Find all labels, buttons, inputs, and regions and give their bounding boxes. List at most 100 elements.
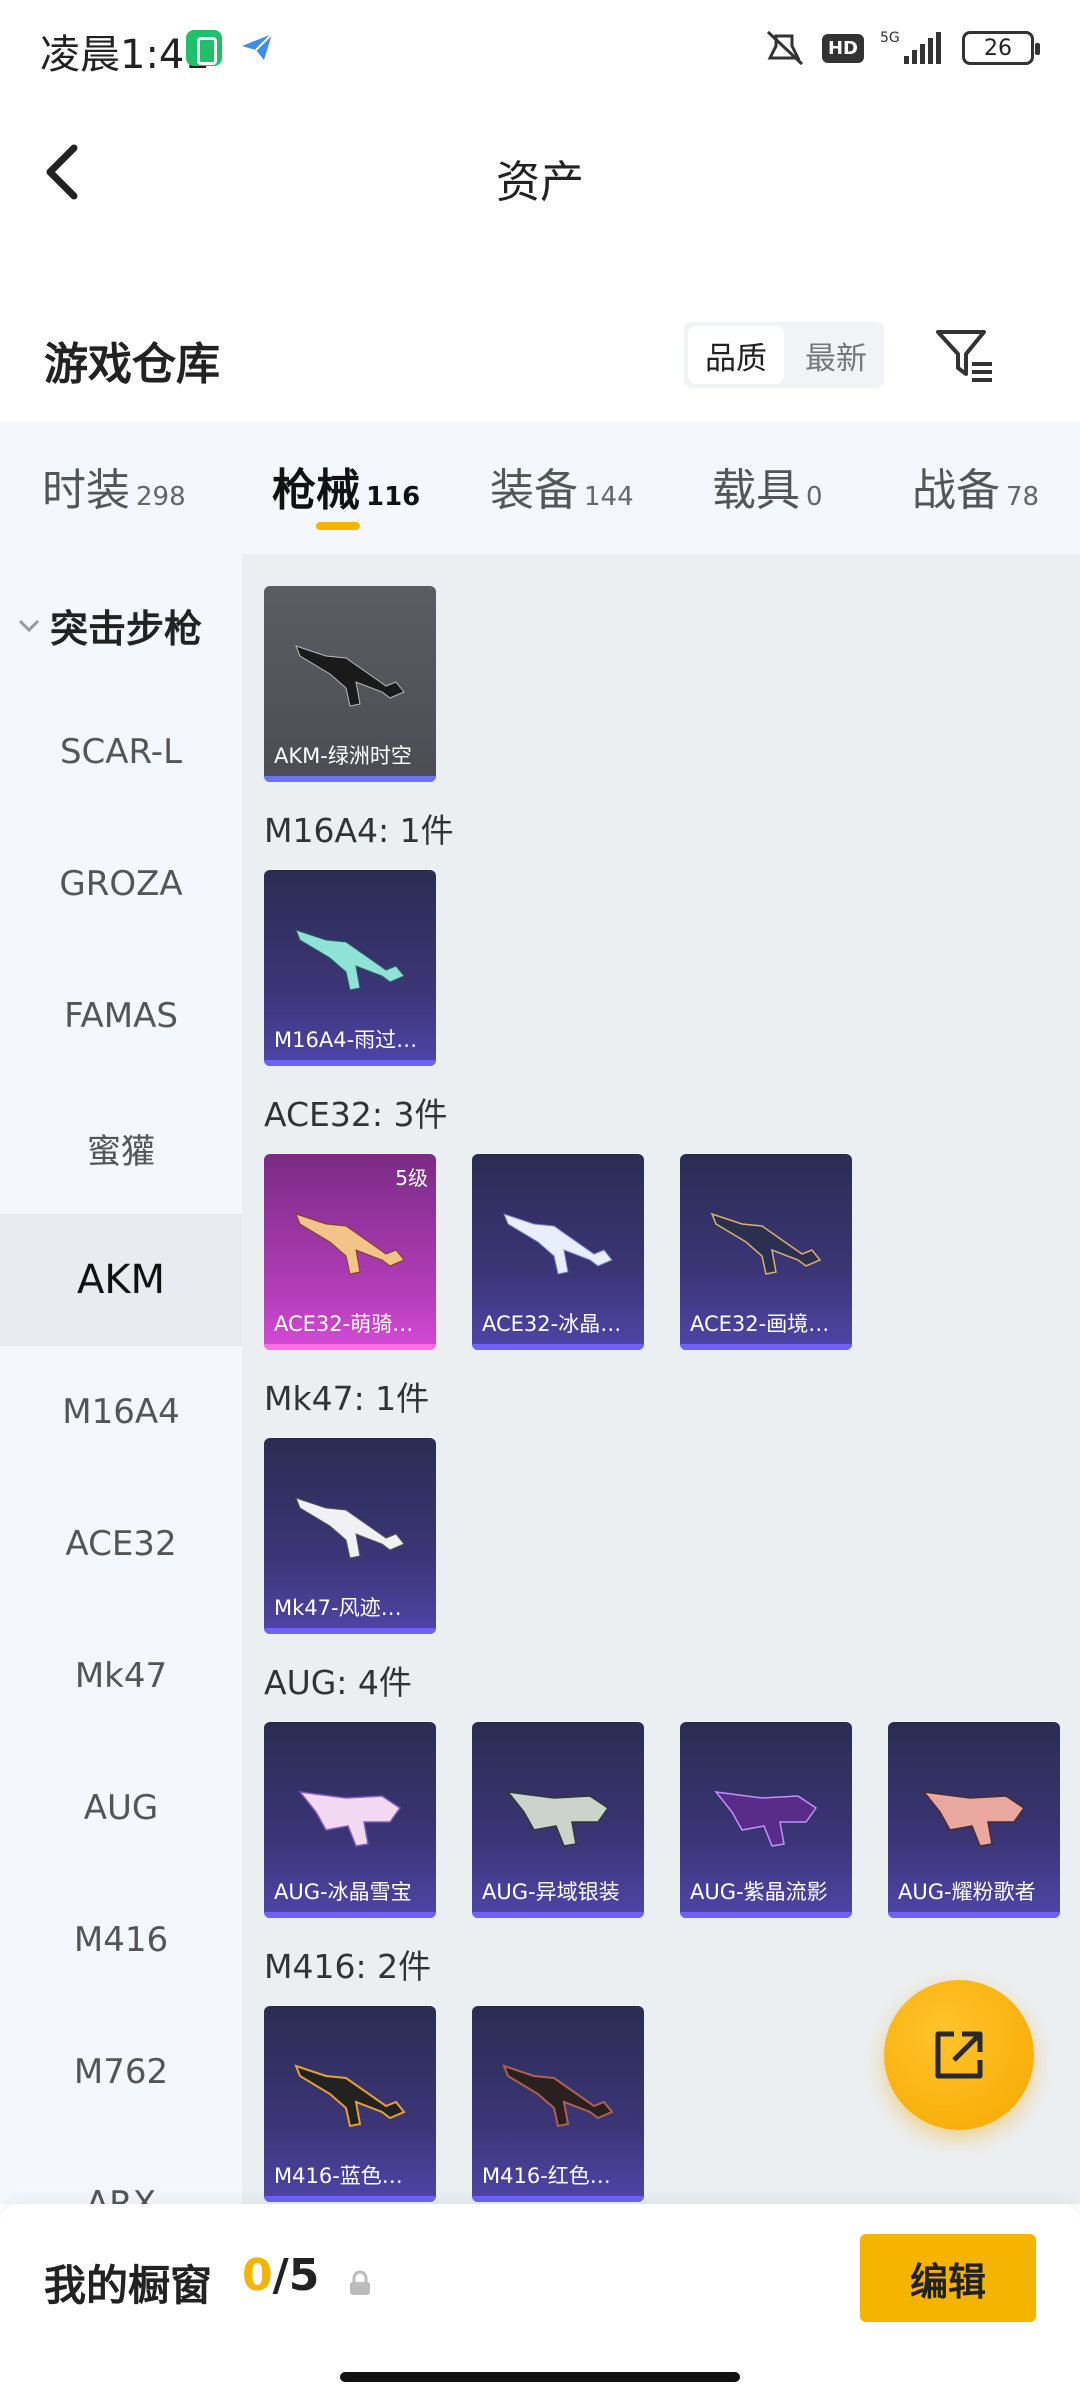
skin-card[interactable]: ACE32-冰晶… [472, 1154, 644, 1350]
tab-label: 枪械 [272, 465, 360, 516]
rifle-icon [295, 645, 405, 707]
rarity-bar [264, 1060, 436, 1066]
app-notification-icon [186, 30, 222, 66]
sidebar-group-assault-rifles[interactable]: 突击步枪 [18, 598, 202, 653]
sort-quality[interactable]: 品质 [688, 326, 784, 384]
tab-equipment[interactable]: 装备 144 [490, 454, 634, 518]
home-indicator[interactable] [340, 2372, 740, 2382]
showcase-max: 5 [288, 2250, 320, 2301]
chevron-down-icon [18, 619, 40, 632]
tab-label: 装备 [490, 465, 578, 516]
sidebar-item-mk47[interactable]: Mk47 [0, 1610, 242, 1742]
sidebar-item-m762[interactable]: M762 [0, 2006, 242, 2138]
skin-name: M16A4-雨过… [274, 1028, 418, 1052]
sidebar-item-m416[interactable]: M416 [0, 1874, 242, 2006]
rifle-icon [503, 1213, 613, 1275]
rarity-bar [680, 1912, 852, 1918]
signal-icon: 5G [880, 30, 941, 64]
sidebar-item-famas[interactable]: FAMAS [0, 950, 242, 1082]
section-title: Mk47: 1件 [264, 1379, 430, 1418]
rifle-icon [714, 1791, 818, 1847]
skin-card[interactable]: Mk47-风迹… [264, 1438, 436, 1634]
sidebar-item-m16a4[interactable]: M16A4 [0, 1346, 242, 1478]
rarity-bar [264, 1344, 436, 1350]
sidebar-item-ace32[interactable]: ACE32 [0, 1478, 242, 1610]
rarity-bar [264, 776, 436, 782]
status-bar: 凌晨1:41 HD 5G 26 [0, 0, 1080, 96]
rarity-bar [264, 1628, 436, 1634]
hd-badge: HD [821, 33, 864, 63]
sidebar-group-label: 突击步枪 [50, 607, 203, 651]
skin-card[interactable]: M416-红色… [472, 2006, 644, 2202]
showcase-bar: 我的橱窗 0/5 编辑 [0, 2204, 1080, 2400]
sidebar-item-scar-l[interactable]: SCAR-L [0, 686, 242, 818]
sidebar-item-groza[interactable]: GROZA [0, 818, 242, 950]
edit-button[interactable]: 编辑 [860, 2234, 1036, 2322]
section-title: M416: 2件 [264, 1947, 432, 1986]
skin-card[interactable]: AUG-冰晶雪宝 [264, 1722, 436, 1918]
svg-text:5G: 5G [880, 30, 900, 46]
warehouse-row: 游戏仓库 品质 最新 [0, 300, 1080, 410]
rifle-icon [502, 2064, 614, 2128]
sidebar-item-honey-badger[interactable]: 蜜獾 [0, 1082, 242, 1214]
rarity-bar [472, 1912, 644, 1918]
share-icon [935, 2031, 983, 2079]
skin-name: M416-蓝色… [274, 2164, 403, 2188]
category-tabs: 时装 298 枪械 116 装备 144 载具 0 战备 78 [0, 422, 1080, 554]
rifle-icon [506, 1791, 610, 1847]
showcase-separator: / [272, 2250, 289, 2301]
tab-fashion[interactable]: 时装 298 [42, 454, 186, 518]
rifle-icon [294, 2064, 406, 2128]
mute-icon [766, 30, 804, 66]
rifle-icon [298, 1791, 402, 1847]
skin-name: AUG-紫晶流影 [690, 1880, 828, 1904]
skin-card[interactable]: AKM-绿洲时空 [264, 586, 436, 782]
lock-icon [350, 2270, 370, 2295]
send-notification-icon [242, 33, 273, 60]
rarity-bar [264, 1912, 436, 1918]
rifle-icon [295, 929, 405, 991]
showcase-current: 0 [242, 2250, 273, 2301]
skin-card[interactable]: AUG-紫晶流影 [680, 1722, 852, 1918]
skin-card[interactable]: AUG-耀粉歌者 [888, 1722, 1060, 1918]
skin-card[interactable]: 5级 ACE32-萌骑… [264, 1154, 436, 1350]
tab-label: 时装 [42, 465, 130, 516]
share-button[interactable] [884, 1980, 1034, 2130]
sidebar-item-aug[interactable]: AUG [0, 1742, 242, 1874]
section-title: AUG: 4件 [264, 1663, 412, 1702]
section-title: ACE32: 3件 [264, 1095, 448, 1134]
tab-vehicles[interactable]: 载具 0 [712, 454, 823, 518]
rarity-bar [264, 2196, 436, 2202]
rarity-bar [472, 2196, 644, 2202]
rifle-icon [295, 1213, 405, 1275]
skin-grid: AKM-绿洲时空 M16A4: 1件 M16A4-雨过… ACE32: 3件 5… [242, 554, 1080, 2204]
tab-count: 116 [366, 482, 421, 512]
tab-count: 0 [806, 482, 823, 512]
sort-toggle: 品质 最新 [684, 322, 884, 388]
tab-firearms[interactable]: 枪械 116 [272, 454, 420, 518]
filter-icon[interactable] [932, 322, 996, 386]
sidebar-item-akm[interactable]: AKM [0, 1214, 242, 1346]
rifle-icon [922, 1791, 1026, 1847]
status-time: 凌晨1:41 [40, 32, 210, 78]
sidebar-item-arx[interactable]: ARX [0, 2138, 242, 2204]
warehouse-title: 游戏仓库 [44, 339, 220, 390]
skin-card[interactable]: ACE32-画境… [680, 1154, 852, 1350]
active-tab-indicator [316, 522, 360, 530]
rarity-bar [888, 1912, 1060, 1918]
skin-name: M416-红色… [482, 2164, 611, 2188]
showcase-label: 我的橱窗 [44, 2261, 213, 2310]
battery-icon: 26 [962, 31, 1040, 65]
tab-count: 78 [1006, 482, 1040, 512]
app-header: 资产 [0, 96, 1080, 246]
tab-supplies[interactable]: 战备 78 [912, 454, 1039, 518]
sort-newest[interactable]: 最新 [788, 322, 884, 388]
skin-card[interactable]: M16A4-雨过… [264, 870, 436, 1066]
section-title: M16A4: 1件 [264, 811, 454, 850]
rarity-bar [472, 1344, 644, 1350]
skin-name: AUG-异域银装 [482, 1880, 620, 1904]
skin-name: AUG-耀粉歌者 [898, 1880, 1036, 1904]
page-title: 资产 [496, 157, 584, 208]
skin-card[interactable]: AUG-异域银装 [472, 1722, 644, 1918]
skin-card[interactable]: M416-蓝色… [264, 2006, 436, 2202]
